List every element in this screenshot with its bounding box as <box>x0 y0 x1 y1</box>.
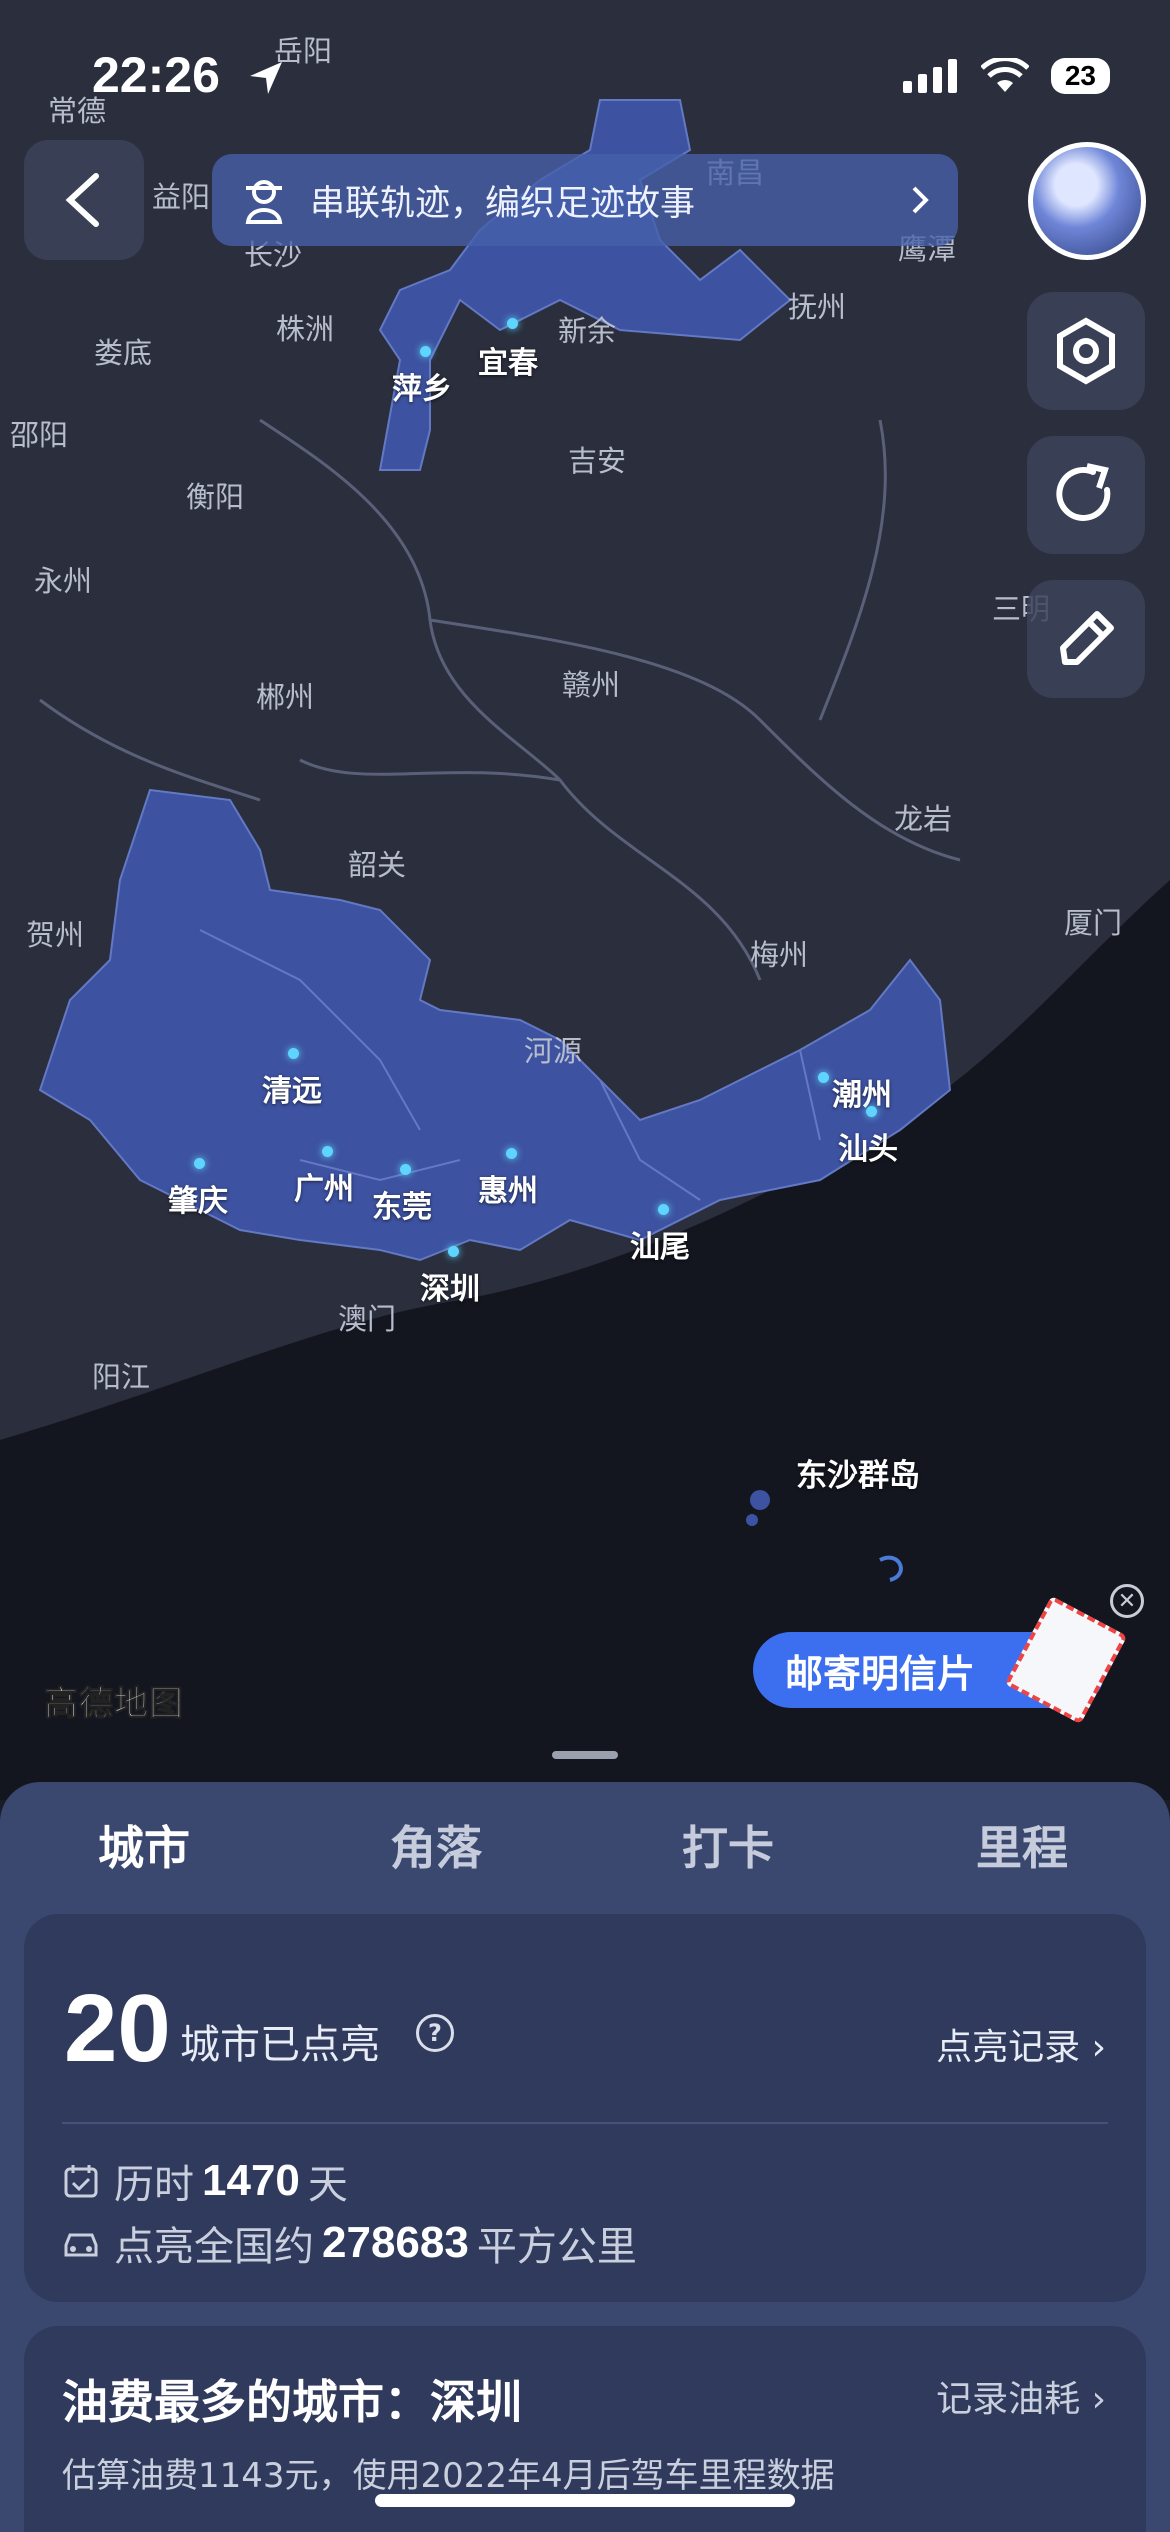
duration-prefix: 历时 <box>114 2162 194 2208</box>
share-icon <box>1056 463 1111 521</box>
area-line: 点亮全国约 278683 平方公里 <box>62 2214 637 2272</box>
duration-value: 1470 <box>202 2156 300 2205</box>
city-dot[interactable] <box>194 1158 205 1169</box>
map-label: 益阳 <box>152 180 211 214</box>
back-button[interactable] <box>24 140 144 260</box>
pencil-icon <box>1060 611 1114 665</box>
close-icon[interactable]: ✕ <box>1110 1584 1144 1618</box>
chevron-left-icon <box>65 173 99 227</box>
duration-line: 历时 1470 天 <box>62 2152 348 2210</box>
hexagon-settings-icon <box>1057 317 1115 385</box>
map-label: 澳门 <box>338 1302 397 1336</box>
map-label: 新余 <box>558 314 617 348</box>
map-label: 龙岩 <box>894 802 953 836</box>
city-dot[interactable] <box>506 1148 517 1159</box>
calendar-icon <box>62 2162 100 2200</box>
chevron-right-icon <box>912 186 929 214</box>
map-label: 邵阳 <box>10 418 69 452</box>
city-dot[interactable] <box>322 1146 333 1157</box>
city-dot[interactable] <box>288 1048 299 1059</box>
city-label[interactable]: 深圳 <box>420 1264 480 1308</box>
share-button[interactable] <box>1027 436 1145 554</box>
city-dot[interactable] <box>400 1164 411 1175</box>
help-icon[interactable]: ? <box>416 2014 454 2052</box>
fuel-title: 油费最多的城市：深圳 <box>62 2375 522 2429</box>
map-label: 贺州 <box>26 918 85 952</box>
city-label[interactable]: 汕尾 <box>630 1222 690 1266</box>
city-label[interactable]: 宜春 <box>478 338 538 382</box>
settings-button[interactable] <box>1027 292 1145 410</box>
tab-corner[interactable]: 角落 <box>390 1812 482 1878</box>
cellular-icon <box>902 59 957 93</box>
sheet-handle[interactable] <box>552 1751 618 1759</box>
fuel-subtitle: 估算油费1143元，使用2022年4月后驾车里程数据 <box>62 2456 835 2496</box>
avatar[interactable] <box>1028 142 1146 260</box>
battery-indicator: 23 <box>1050 58 1110 94</box>
status-icons: 23 <box>902 58 1110 94</box>
city-label[interactable]: 清远 <box>262 1066 322 1110</box>
area-unit: 平方公里 <box>476 2224 637 2270</box>
light-record-label: 点亮记录 <box>936 2027 1081 2068</box>
tab-city[interactable]: 城市 <box>98 1812 190 1878</box>
city-dot[interactable] <box>818 1072 829 1083</box>
wifi-icon <box>980 58 1029 92</box>
map-label: 吉安 <box>568 444 627 478</box>
location-arrow-icon <box>246 58 286 102</box>
home-indicator <box>375 2494 795 2507</box>
status-time: 22:26 <box>92 47 220 103</box>
traveler-icon <box>245 180 283 224</box>
islands-label: 东沙群岛 <box>796 1458 920 1494</box>
amap-logo: 高德地图 <box>44 1684 184 1725</box>
city-label[interactable]: 潮州 <box>832 1070 892 1114</box>
city-label[interactable]: 东莞 <box>372 1182 432 1226</box>
city-count-label: 城市已点亮 <box>180 2022 380 2068</box>
city-dot[interactable] <box>448 1246 459 1257</box>
map-view[interactable]: 常德 岳阳 益阳 长沙 南昌 鹰潭 抚州 娄底 株洲 新余 邵阳 衡阳 吉安 永… <box>0 0 1170 1800</box>
area-prefix: 点亮全国约 <box>114 2224 314 2270</box>
city-label[interactable]: 广州 <box>294 1164 354 1208</box>
banner-text: 串联轨迹，编织足迹故事 <box>310 183 696 224</box>
city-dot[interactable] <box>866 1106 877 1117</box>
map-label: 株洲 <box>276 312 335 346</box>
divider <box>62 2122 1108 2124</box>
map-label: 厦门 <box>1064 906 1123 940</box>
tab-checkin[interactable]: 打卡 <box>682 1812 774 1878</box>
map-label: 抚州 <box>788 290 847 324</box>
map-label: 韶关 <box>348 848 407 882</box>
city-label[interactable]: 萍乡 <box>392 364 452 408</box>
bottom-sheet: 城市 角落 打卡 里程 20 城市已点亮 ? 点亮记录 › 历时 1470 天 … <box>0 1782 1170 2532</box>
postcard-button[interactable]: 邮寄明信片 <box>753 1595 1128 1725</box>
map-label: 娄底 <box>94 336 153 370</box>
city-dot[interactable] <box>507 318 518 329</box>
map-label: 梅州 <box>750 938 809 972</box>
map-label: 衡阳 <box>186 480 245 514</box>
chevron-right-icon: › <box>1091 2379 1106 2420</box>
city-label[interactable]: 汕头 <box>838 1124 898 1168</box>
area-value: 278683 <box>322 2218 469 2267</box>
edit-button[interactable] <box>1027 580 1145 698</box>
tab-bar: 城市 角落 打卡 里程 <box>0 1812 1170 1927</box>
map-label: 赣州 <box>562 668 621 702</box>
city-label[interactable]: 惠州 <box>478 1166 538 1210</box>
trajectory-banner[interactable]: 串联轨迹，编织足迹故事 <box>212 154 958 246</box>
duration-unit: 天 <box>307 2162 348 2208</box>
city-dot[interactable] <box>658 1204 669 1215</box>
city-label[interactable]: 肇庆 <box>168 1176 228 1220</box>
car-icon <box>62 2224 100 2262</box>
map-shapes <box>0 99 1170 1800</box>
map-label: 阳江 <box>92 1360 151 1394</box>
map-label: 永州 <box>34 564 93 598</box>
chevron-right-icon: › <box>1091 2027 1106 2068</box>
postcard-label: 邮寄明信片 <box>785 1651 976 1696</box>
map-label: 河源 <box>524 1034 583 1068</box>
fuel-record-link[interactable]: 记录油耗 › <box>936 2370 1106 2422</box>
fuel-record-label: 记录油耗 <box>936 2379 1081 2420</box>
light-record-link[interactable]: 点亮记录 › <box>936 2018 1106 2070</box>
map-label: 郴州 <box>256 680 315 714</box>
tab-mileage[interactable]: 里程 <box>976 1812 1068 1878</box>
city-count: 20 <box>64 1975 171 2082</box>
city-dot[interactable] <box>420 346 431 357</box>
stats-card: 20 城市已点亮 ? 点亮记录 › 历时 1470 天 点亮全国约 278683… <box>24 1914 1146 2302</box>
